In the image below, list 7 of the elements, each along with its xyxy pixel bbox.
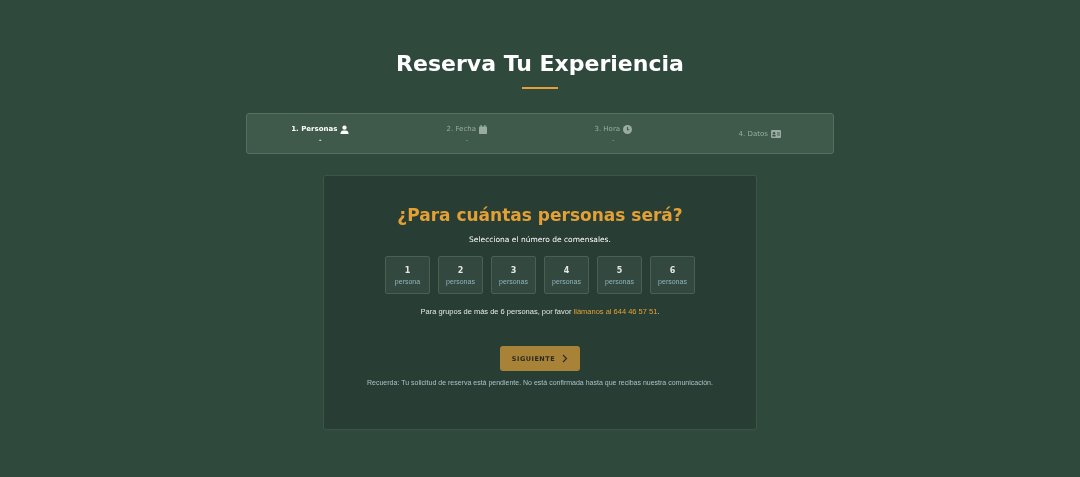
person-icon bbox=[340, 124, 350, 134]
page-title: Reserva Tu Experiencia bbox=[396, 50, 684, 78]
question-heading: ¿Para cuántas personas será? bbox=[397, 204, 683, 226]
calendar-icon bbox=[478, 124, 487, 134]
clock-icon bbox=[623, 124, 633, 134]
chevron-right-icon bbox=[562, 354, 569, 363]
id-card-icon bbox=[770, 129, 781, 138]
